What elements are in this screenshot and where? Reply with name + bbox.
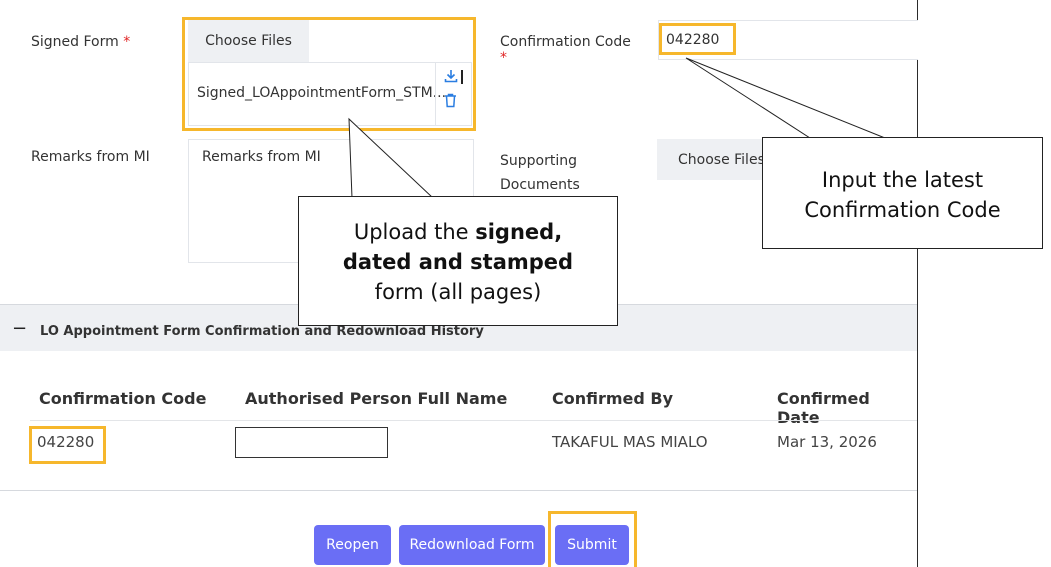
callout-confirm-line2: Confirmation Code — [804, 198, 1001, 222]
callout-upload-suffix: form (all pages) — [374, 280, 542, 304]
callout-upload-bold1: signed, — [475, 220, 563, 244]
callout-confirmation-code: Input the latest Confirmation Code — [762, 137, 1043, 249]
callout-confirm-line1: Input the latest — [821, 168, 984, 192]
callout-upload: Upload the signed, dated and stamped for… — [298, 196, 618, 326]
callout-upload-prefix: Upload the — [353, 220, 476, 244]
callout-upload-bold2: dated and stamped — [342, 250, 574, 274]
